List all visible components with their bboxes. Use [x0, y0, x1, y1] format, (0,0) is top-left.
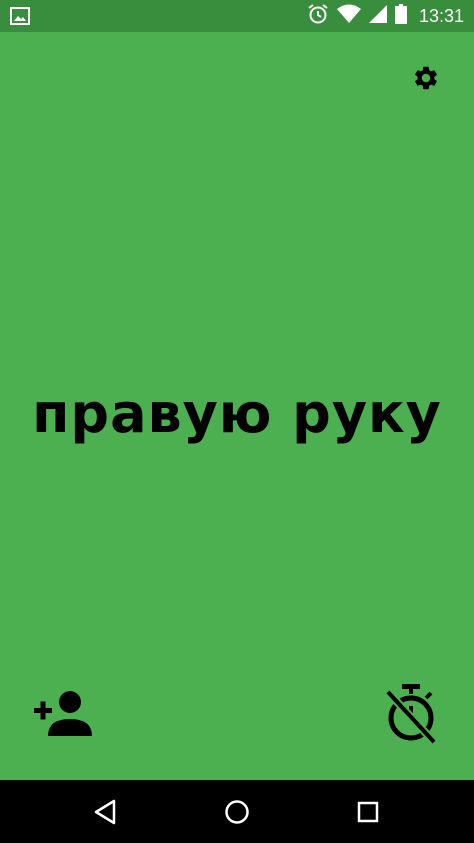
back-button[interactable]: [90, 796, 122, 828]
back-icon: [90, 799, 122, 832]
status-bar: 13:31: [0, 0, 474, 32]
battery-icon: [394, 4, 407, 28]
home-button[interactable]: [221, 796, 253, 828]
home-icon: [221, 800, 253, 832]
timer-off-button[interactable]: [384, 682, 438, 745]
add-player-button[interactable]: [32, 688, 94, 738]
current-phrase: правую руку: [32, 382, 442, 445]
game-area[interactable]: правую руку: [0, 32, 474, 780]
settings-button[interactable]: [412, 66, 440, 94]
status-time: 13:31: [418, 5, 464, 26]
signal-icon: [368, 5, 387, 27]
timer-off-icon: [384, 684, 438, 748]
settings-gear-icon: [412, 64, 440, 96]
recents-button[interactable]: [352, 796, 384, 828]
status-icons: 13:31: [307, 0, 464, 32]
recents-icon: [352, 801, 384, 832]
wifi-icon: [336, 4, 361, 28]
alarm-icon: [307, 3, 329, 29]
image-notification-icon: [10, 7, 30, 25]
add-person-icon: [32, 691, 94, 742]
navigation-bar: [0, 780, 474, 843]
